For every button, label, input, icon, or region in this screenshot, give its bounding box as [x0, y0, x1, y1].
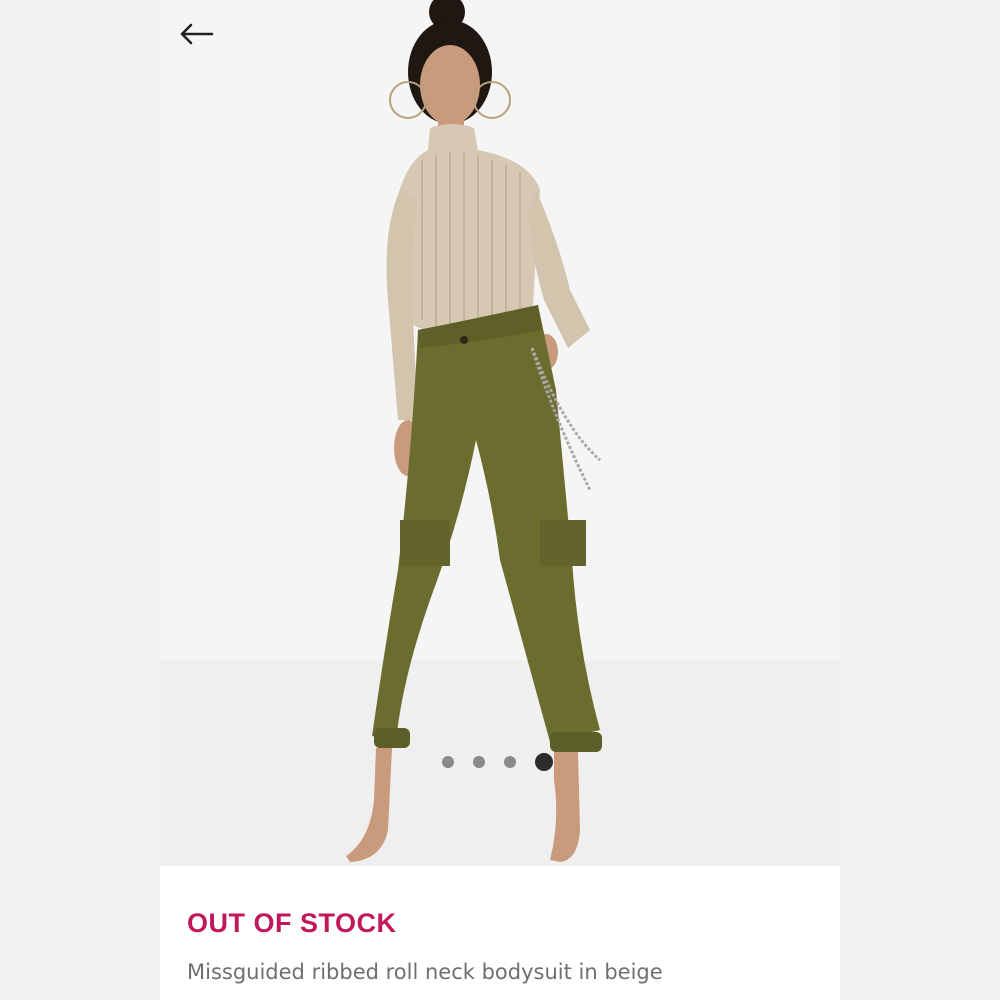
product-screen: OUT OF STOCK Missguided ribbed roll neck… [160, 0, 840, 1000]
page-margin-right [840, 0, 1000, 1000]
page-margin-left [0, 0, 160, 1000]
carousel-dot-2[interactable] [473, 756, 485, 768]
arrow-left-icon [180, 23, 214, 45]
product-info-panel: OUT OF STOCK Missguided ribbed roll neck… [160, 866, 840, 1000]
back-button[interactable] [178, 22, 218, 62]
stock-status-label: OUT OF STOCK [187, 908, 397, 938]
product-title: Missguided ribbed roll neck bodysuit in … [187, 960, 663, 984]
product-image[interactable] [160, 0, 840, 866]
image-carousel-indicator [442, 752, 553, 772]
carousel-dot-3[interactable] [504, 756, 516, 768]
model-illustration [160, 0, 840, 866]
carousel-dot-4-active[interactable] [535, 753, 553, 771]
carousel-dot-1[interactable] [442, 756, 454, 768]
